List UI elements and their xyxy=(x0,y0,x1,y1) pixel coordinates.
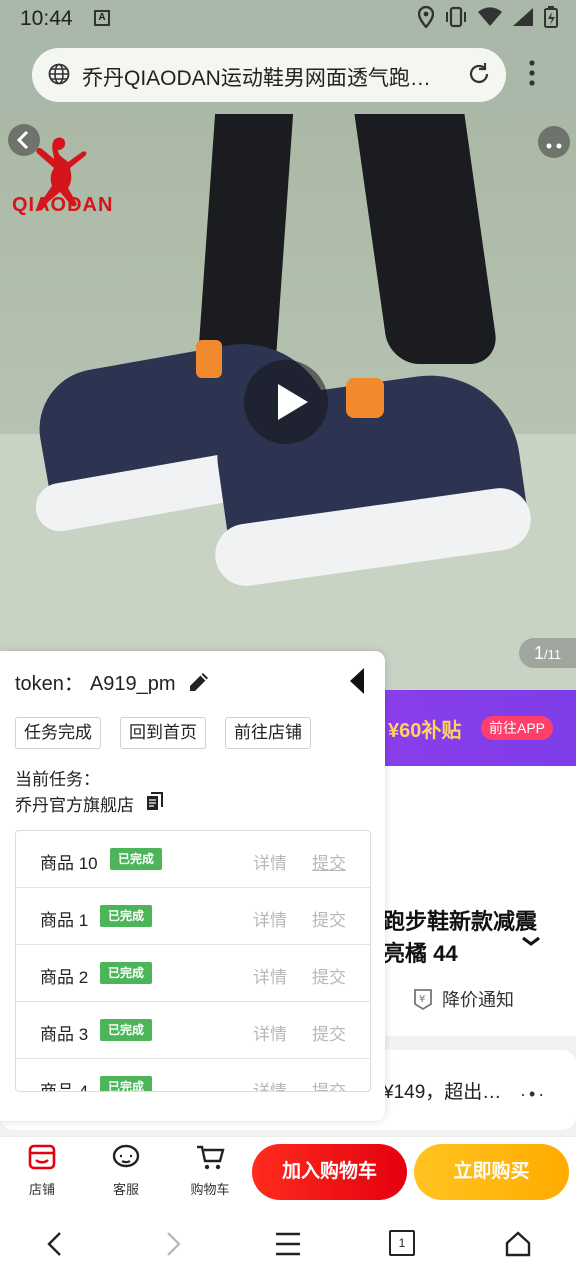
detail-link[interactable]: 详情 xyxy=(253,1077,287,1091)
play-video-button[interactable] xyxy=(244,360,328,444)
more-dots-icon xyxy=(546,143,562,149)
forward-arrow-icon[interactable] xyxy=(162,1230,184,1258)
image-counter-total: /11 xyxy=(543,647,562,662)
price-info-text: ¥149，超出… xyxy=(383,1082,502,1103)
image-counter: 1/11 xyxy=(519,638,576,668)
reload-icon[interactable] xyxy=(466,61,492,87)
globe-icon xyxy=(48,63,70,85)
status-icons xyxy=(418,6,558,28)
buy-now-button[interactable]: 立即购买 xyxy=(414,1144,569,1200)
chevron-down-icon[interactable] xyxy=(520,934,542,948)
token-label: token： xyxy=(15,673,84,695)
shoe-tongue-logo xyxy=(196,340,222,378)
store-label: 店铺 xyxy=(28,1182,55,1197)
status-badge: 已完成 xyxy=(100,962,153,984)
cart-icon xyxy=(197,1145,225,1170)
detail-link[interactable]: 详情 xyxy=(253,849,287,874)
item-name: 商品 1 xyxy=(40,911,89,930)
submit-link[interactable]: 提交 xyxy=(312,963,346,988)
status-badge: 已完成 xyxy=(100,1076,153,1091)
back-arrow-icon[interactable] xyxy=(44,1230,66,1258)
product-title-line2: 亮橘 44 xyxy=(383,941,458,966)
svg-text:¥: ¥ xyxy=(419,994,425,1005)
task-panel: token： A919_pm 任务完成 回到首页 前往店铺 当前任务： 乔丹官方旗… xyxy=(0,651,385,1121)
status-badge: 已完成 xyxy=(100,1019,153,1041)
back-button[interactable] xyxy=(8,124,40,156)
product-title-line1: 跑步鞋新款减震 xyxy=(383,909,538,934)
pencil-edit-icon[interactable] xyxy=(186,669,212,695)
status-bar: 10:44 A xyxy=(0,0,576,38)
vibrate-icon xyxy=(446,6,466,28)
task-complete-button[interactable]: 任务完成 xyxy=(15,717,101,749)
browser-nav-bar: 1 xyxy=(0,1206,576,1280)
status-badge: 已完成 xyxy=(100,905,153,927)
cart-button[interactable]: 购物车 xyxy=(180,1143,240,1198)
subsidy-amount: ¥60补贴 xyxy=(388,720,462,742)
play-icon xyxy=(278,384,308,420)
browser-toolbar: 乔丹QIAODAN运动鞋男网面透气跑… xyxy=(0,38,576,114)
brand-logo-text: QIAODAN xyxy=(12,194,114,216)
detail-link[interactable]: 详情 xyxy=(253,906,287,931)
action-bar: 店铺 客服 购物车 加入购物车 立即购买 xyxy=(0,1136,576,1206)
chevron-left-icon xyxy=(16,130,29,150)
detail-link[interactable]: 详情 xyxy=(253,1020,287,1045)
current-task-label: 当前任务： xyxy=(15,770,100,789)
chat-icon xyxy=(112,1144,140,1168)
menu-icon[interactable] xyxy=(274,1230,302,1258)
location-icon xyxy=(418,6,434,28)
store-button[interactable]: 店铺 xyxy=(12,1143,72,1198)
list-item: 商品 2 已完成 详情 提交 xyxy=(16,945,370,1002)
price-notify-label: 降价通知 xyxy=(442,990,514,1010)
submit-link[interactable]: 提交 xyxy=(312,1077,346,1091)
list-item: 商品 10 已完成 详情 提交 xyxy=(16,831,370,888)
back-home-button[interactable]: 回到首页 xyxy=(120,717,206,749)
submit-link[interactable]: 提交 xyxy=(312,849,346,874)
item-name: 商品 3 xyxy=(40,1025,89,1044)
battery-icon xyxy=(544,6,558,28)
more-dots-icon[interactable]: ·•· xyxy=(520,1084,547,1105)
submit-link[interactable]: 提交 xyxy=(312,906,346,931)
product-page: 10:44 A 乔丹QIAODAN运动鞋男网面透气跑… QIAODAN 1/11… xyxy=(0,0,576,1280)
wifi-icon xyxy=(478,7,502,27)
list-item: 商品 3 已完成 详情 提交 xyxy=(16,1002,370,1059)
detail-link[interactable]: 详情 xyxy=(253,963,287,988)
signal-icon xyxy=(513,8,533,26)
more-button[interactable] xyxy=(538,126,570,158)
leg-right xyxy=(354,114,500,364)
service-label: 客服 xyxy=(112,1182,139,1197)
address-bar[interactable]: 乔丹QIAODAN运动鞋男网面透气跑… xyxy=(32,48,506,102)
store-icon xyxy=(28,1144,56,1170)
token-value: A919_pm xyxy=(89,673,176,695)
current-task-store: 乔丹官方旗舰店 xyxy=(15,796,134,815)
overflow-menu-icon[interactable] xyxy=(528,60,536,86)
token-row: token： A919_pm xyxy=(15,667,176,696)
open-app-button[interactable]: 前往APP xyxy=(481,716,554,740)
url-text[interactable]: 乔丹QIAODAN运动鞋男网面透气跑… xyxy=(82,62,454,92)
product-task-list: 商品 10 已完成 详情 提交 商品 1 已完成 详情 提交 商品 2 已完成 … xyxy=(15,830,371,1092)
home-icon[interactable] xyxy=(504,1230,532,1258)
leg-left xyxy=(196,114,294,374)
list-item: 商品 1 已完成 详情 提交 xyxy=(16,888,370,945)
item-name: 商品 2 xyxy=(40,968,89,987)
add-to-cart-button[interactable]: 加入购物车 xyxy=(252,1144,407,1200)
price-notify-button[interactable]: ¥ 降价通知 xyxy=(412,986,514,1012)
status-badge: 已完成 xyxy=(110,848,163,870)
go-store-button[interactable]: 前往店铺 xyxy=(225,717,311,749)
list-item: 商品 4 已完成 详情 提交 xyxy=(16,1059,370,1092)
item-name: 商品 4 xyxy=(40,1082,89,1092)
cart-label: 购物车 xyxy=(190,1182,230,1197)
notification-a-icon: A xyxy=(94,10,110,26)
collapse-triangle-icon[interactable] xyxy=(348,667,366,695)
item-name: 商品 10 xyxy=(40,854,98,873)
shoe-tongue-logo xyxy=(346,378,384,418)
price-tag-icon: ¥ xyxy=(414,989,432,1011)
image-counter-current: 1 xyxy=(533,643,544,663)
customer-service-button[interactable]: 客服 xyxy=(96,1143,156,1198)
product-hero-image[interactable]: QIAODAN 1/11 xyxy=(0,114,576,690)
tabs-button[interactable]: 1 xyxy=(389,1230,415,1256)
submit-link[interactable]: 提交 xyxy=(312,1020,346,1045)
copy-icon[interactable] xyxy=(146,792,164,812)
status-time: 10:44 xyxy=(20,7,73,30)
